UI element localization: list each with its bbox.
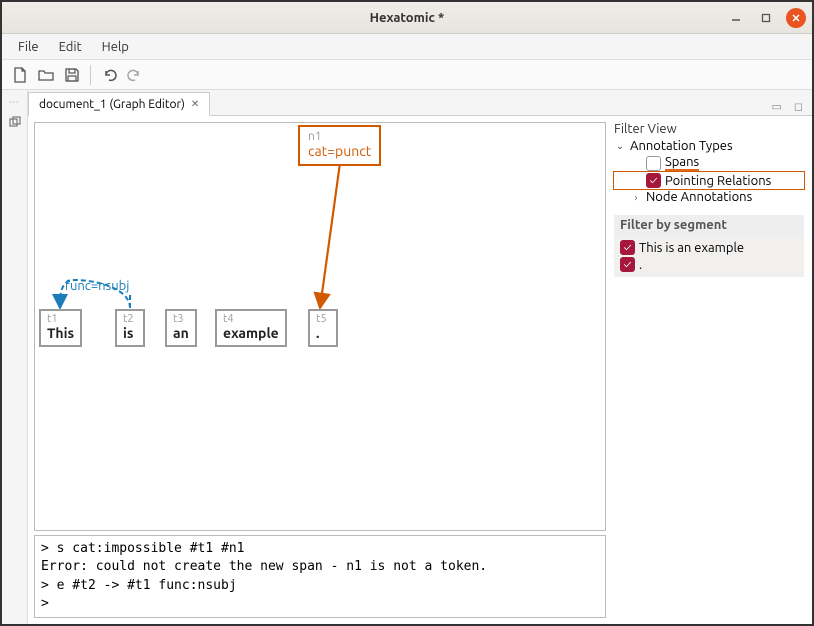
tab-label: document_1 (Graph Editor) <box>39 98 185 111</box>
token-id: t3 <box>173 313 189 325</box>
editor-tab[interactable]: document_1 (Graph Editor) ✕ <box>28 92 210 116</box>
token-word: example <box>223 325 279 341</box>
token-word: This <box>47 325 74 341</box>
token-t4[interactable]: t4 example <box>215 309 287 347</box>
tree-pointing-relations[interactable]: ✓ Pointing Relations <box>614 172 804 189</box>
tabbar-controls: ▭ ◻ <box>768 98 812 115</box>
segment-item[interactable]: ✓ This is an example <box>620 239 798 256</box>
gutter-dots-icon: ⋯ <box>9 96 20 108</box>
titlebar: Hexatomic * <box>2 2 812 34</box>
close-button[interactable] <box>786 8 806 28</box>
segment-label: This is an example <box>639 241 744 255</box>
toolbar-separator <box>90 65 91 85</box>
minimize-button[interactable] <box>726 8 746 28</box>
tree-label: Spans <box>665 155 699 171</box>
tabbar: document_1 (Graph Editor) ✕ ▭ ◻ <box>28 90 812 116</box>
filter-by-segment-heading: Filter by segment <box>614 215 804 235</box>
main-area: ⋯ document_1 (Graph Editor) ✕ ▭ ◻ <box>2 90 812 624</box>
tree-node-annotations[interactable]: › Node Annotations <box>614 189 804 205</box>
graph-node[interactable]: n1 cat=punct <box>298 125 381 166</box>
tab-close-icon[interactable]: ✕ <box>191 98 199 110</box>
window-controls <box>726 8 806 28</box>
redo-button[interactable] <box>123 63 147 87</box>
token-t2[interactable]: t2 is <box>115 309 145 347</box>
node-annotation: cat=punct <box>308 143 371 159</box>
tree-annotation-types[interactable]: ⌄ Annotation Types <box>614 138 804 154</box>
token-id: t4 <box>223 313 279 325</box>
checkbox-segment-2[interactable]: ✓ <box>620 257 635 272</box>
minimize-view-icon[interactable]: ▭ <box>768 98 784 115</box>
toolbar <box>2 60 812 90</box>
filter-heading: Filter View <box>614 122 804 136</box>
menu-help[interactable]: Help <box>94 37 137 57</box>
token-t5[interactable]: t5 . <box>308 309 338 347</box>
chevron-right-icon: › <box>630 192 642 203</box>
checkbox-segment-1[interactable]: ✓ <box>620 240 635 255</box>
tree-label: Node Annotations <box>646 190 752 204</box>
token-t3[interactable]: t3 an <box>165 309 197 347</box>
console[interactable]: > s cat:impossible #t1 #n1 Error: could … <box>34 535 606 618</box>
token-id: t2 <box>123 313 137 325</box>
maximize-view-icon[interactable]: ◻ <box>791 98 806 115</box>
console-line: Error: could not create the new span - n… <box>41 558 599 576</box>
token-t1[interactable]: t1 This <box>39 309 82 347</box>
token-word: an <box>173 325 189 341</box>
console-line: > s cat:impossible #t1 #n1 <box>41 540 599 558</box>
save-button[interactable] <box>60 63 84 87</box>
token-id: t5 <box>316 313 330 325</box>
tree-label: Annotation Types <box>630 139 733 153</box>
restore-view-icon[interactable] <box>7 114 23 130</box>
open-folder-button[interactable] <box>34 63 58 87</box>
window-title: Hexatomic * <box>370 11 445 25</box>
chevron-down-icon: ⌄ <box>614 140 626 152</box>
graph-column: func=nsubj n1 cat=punct t1 This t2 is <box>28 116 612 624</box>
undo-button[interactable] <box>97 63 121 87</box>
tree-spans[interactable]: Spans <box>614 154 804 172</box>
console-prompt: > <box>41 595 599 613</box>
token-id: t1 <box>47 313 74 325</box>
checkbox-spans[interactable] <box>646 156 661 171</box>
checkbox-pointing-relations[interactable]: ✓ <box>646 173 661 188</box>
tree-label: Pointing Relations <box>665 174 771 188</box>
graph-canvas[interactable]: func=nsubj n1 cat=punct t1 This t2 is <box>34 122 606 531</box>
segment-item[interactable]: ✓ . <box>620 256 798 273</box>
editor-panel: document_1 (Graph Editor) ✕ ▭ ◻ <box>28 90 812 624</box>
menu-edit[interactable]: Edit <box>51 37 90 57</box>
new-file-button[interactable] <box>8 63 32 87</box>
token-word: . <box>316 325 330 341</box>
editor-content: func=nsubj n1 cat=punct t1 This t2 is <box>28 116 812 624</box>
maximize-button[interactable] <box>756 8 776 28</box>
segment-list: ✓ This is an example ✓ . <box>614 235 804 277</box>
menu-file[interactable]: File <box>10 37 47 57</box>
token-word: is <box>123 325 137 341</box>
node-id: n1 <box>308 130 371 143</box>
left-gutter: ⋯ <box>2 90 28 624</box>
segment-label: . <box>639 258 642 272</box>
edge-label: func=nsubj <box>65 279 129 293</box>
console-line: > e #t2 -> #t1 func:nsubj <box>41 577 599 595</box>
filter-panel: Filter View ⌄ Annotation Types Spans ✓ P… <box>612 116 812 624</box>
menubar: File Edit Help <box>2 34 812 60</box>
